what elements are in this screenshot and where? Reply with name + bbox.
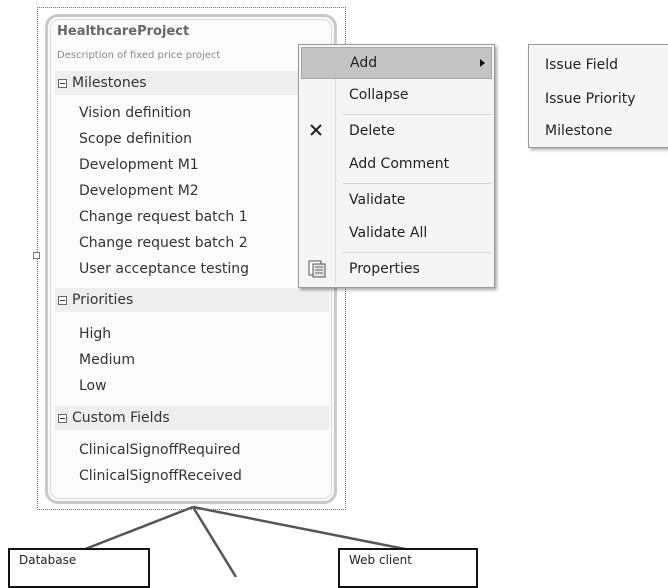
web-client-label: Web client	[349, 553, 412, 567]
database-label: Database	[19, 553, 77, 567]
connector-middle	[191, 506, 238, 577]
menu-item-collapse[interactable]: Collapse	[301, 80, 492, 112]
context-menu: Add Collapse Delete Add Comment Validate…	[298, 44, 495, 288]
collapse-toggle-icon[interactable]	[58, 295, 67, 305]
properties-icon	[308, 260, 326, 278]
submenu-item-issue-priority[interactable]: Issue Priority	[545, 91, 635, 107]
collapse-toggle-icon[interactable]	[58, 78, 67, 88]
menu-item-label: Delete	[349, 123, 395, 139]
project-shape[interactable]: HealthcareProject Description of fixed p…	[45, 14, 337, 504]
list-item[interactable]: Development M2	[79, 183, 199, 199]
menu-item-label: Add	[350, 55, 378, 71]
menu-item-label: Properties	[349, 261, 420, 277]
menu-item-label: Add Comment	[349, 156, 450, 172]
compartment-label: Custom Fields	[72, 410, 170, 426]
list-item[interactable]: ClinicalSignoffRequired	[79, 442, 241, 458]
collapse-toggle-icon[interactable]	[58, 413, 67, 423]
web-client-box[interactable]: Web client	[338, 548, 478, 588]
list-item[interactable]: Change request batch 2	[79, 235, 248, 251]
connector-web-client	[192, 505, 411, 552]
list-item[interactable]: Development M1	[79, 157, 199, 173]
list-item[interactable]: Scope definition	[79, 131, 192, 147]
list-item[interactable]: ClinicalSignoffReceived	[79, 468, 242, 484]
menu-separator	[343, 114, 491, 115]
shape-description: Description of fixed price project	[57, 50, 221, 61]
compartment-label: Milestones	[72, 75, 147, 91]
compartment-milestones[interactable]: Milestones	[55, 71, 329, 95]
list-item[interactable]: Vision definition	[79, 105, 191, 121]
close-x-icon	[310, 124, 322, 136]
compartment-priorities[interactable]: Priorities	[55, 288, 329, 312]
menu-separator	[343, 183, 491, 184]
submenu-arrow-icon	[480, 59, 485, 67]
submenu-item-milestone[interactable]: Milestone	[545, 123, 612, 139]
add-submenu: Issue Field Issue Priority Milestone	[528, 44, 668, 148]
list-item[interactable]: User acceptance testing	[79, 261, 249, 277]
menu-item-add-comment[interactable]: Add Comment	[301, 149, 492, 181]
connector-database	[74, 505, 194, 555]
compartment-custom-fields[interactable]: Custom Fields	[55, 406, 329, 430]
compartment-label: Priorities	[72, 292, 134, 308]
menu-item-validate[interactable]: Validate	[301, 185, 492, 217]
menu-separator	[343, 252, 491, 253]
resize-handle[interactable]	[33, 252, 40, 259]
menu-item-validate-all[interactable]: Validate All	[301, 218, 492, 250]
menu-item-label: Validate	[349, 192, 406, 208]
database-box[interactable]: Database	[8, 548, 150, 588]
list-item[interactable]: Medium	[79, 352, 135, 368]
list-item[interactable]: Low	[79, 378, 107, 394]
menu-item-label: Validate All	[349, 225, 428, 241]
list-item[interactable]: Change request batch 1	[79, 209, 248, 225]
submenu-item-issue-field[interactable]: Issue Field	[545, 57, 618, 73]
shape-title: HealthcareProject	[57, 24, 190, 39]
menu-item-label: Collapse	[349, 87, 409, 103]
menu-item-delete[interactable]: Delete	[301, 116, 492, 148]
menu-item-add[interactable]: Add	[301, 47, 492, 79]
menu-item-properties[interactable]: Properties	[301, 254, 492, 286]
list-item[interactable]: High	[79, 326, 111, 342]
